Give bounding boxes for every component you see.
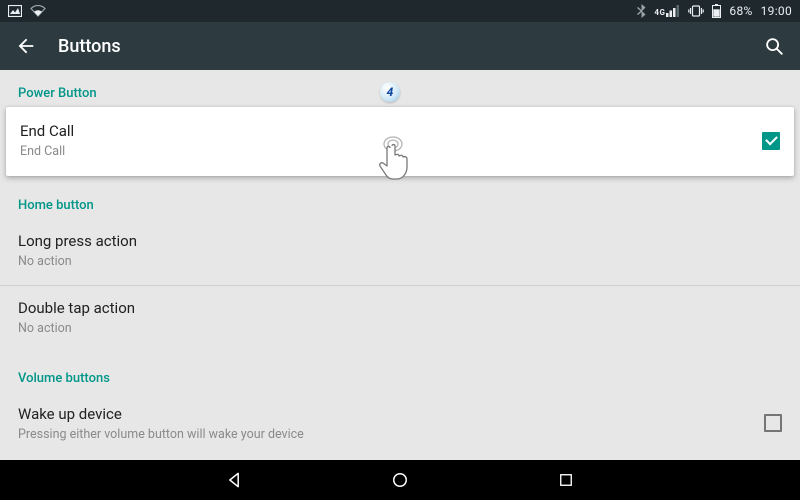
cell-signal-icon: [666, 5, 680, 17]
double-tap-title: Double tap action: [18, 298, 782, 319]
tutorial-step-badge: 4: [380, 82, 400, 102]
long-press-title: Long press action: [18, 231, 782, 252]
wake-device-item[interactable]: Wake up device Pressing either volume bu…: [0, 392, 800, 457]
back-button[interactable]: [14, 34, 38, 58]
nav-recent-button[interactable]: [553, 467, 579, 493]
settings-list: Power Button End Call End Call Home butt…: [0, 70, 800, 460]
bluetooth-icon: [637, 4, 646, 18]
status-bar: 4G 68% 19:00: [0, 0, 800, 22]
network-type-label: 4G: [654, 8, 665, 17]
battery-icon: [712, 4, 721, 18]
wake-device-checkbox[interactable]: [764, 414, 782, 432]
tap-pointer-icon: [378, 136, 418, 188]
battery-percent: 68%: [729, 4, 752, 18]
double-tap-subtitle: No action: [18, 321, 782, 337]
nav-home-button[interactable]: [387, 467, 413, 493]
wake-device-subtitle: Pressing either volume button will wake …: [18, 427, 764, 443]
search-button[interactable]: [762, 34, 786, 58]
navigation-bar: [0, 460, 800, 500]
clock: 19:00: [761, 4, 792, 18]
long-press-item[interactable]: Long press action No action: [0, 219, 800, 284]
app-bar: Buttons: [0, 22, 800, 70]
image-icon: [8, 5, 22, 17]
section-header-volume: Volume buttons: [0, 351, 800, 392]
page-title: Buttons: [58, 36, 742, 57]
long-press-subtitle: No action: [18, 254, 782, 270]
nav-back-button[interactable]: [221, 467, 247, 493]
double-tap-item[interactable]: Double tap action No action: [0, 286, 800, 351]
end-call-checkbox[interactable]: [762, 132, 780, 150]
wake-device-title: Wake up device: [18, 404, 764, 425]
wifi-icon: [30, 5, 46, 17]
vibrate-icon: [688, 5, 704, 17]
section-header-power: Power Button: [0, 70, 800, 107]
